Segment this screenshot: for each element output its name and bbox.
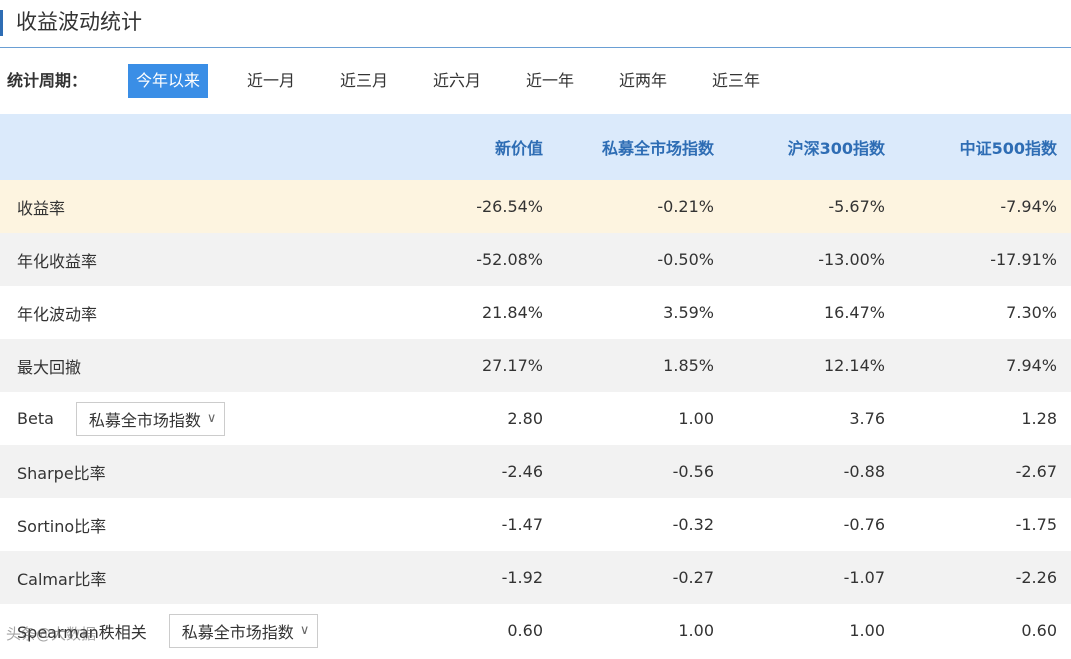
cell-value: 3.59% — [557, 286, 728, 339]
beta-benchmark-select[interactable]: 私募全市场指数 ∨ — [75, 401, 226, 436]
cell-value: -17.91% — [899, 233, 1071, 286]
period-option-ytd[interactable]: 今年以来 — [128, 64, 209, 98]
cell-value: -0.56 — [557, 445, 728, 498]
table-row: Spearman秩相关 私募全市场指数 ∨ 0.60 1.00 1.00 0.6… — [0, 604, 1071, 657]
table-row: Sortino比率 -1.47 -0.32 -0.76 -1.75 — [0, 498, 1071, 551]
row-label-with-select: Spearman秩相关 私募全市场指数 ∨ — [0, 604, 386, 657]
cell-value: 21.84% — [386, 286, 557, 339]
row-label: Sharpe比率 — [0, 445, 386, 498]
period-option-3y[interactable]: 近三年 — [704, 64, 768, 98]
chevron-down-icon: ∨ — [299, 623, 310, 638]
period-option-6m[interactable]: 近六月 — [425, 64, 489, 98]
spearman-benchmark-select[interactable]: 私募全市场指数 ∨ — [168, 613, 319, 648]
header-private-index: 私募全市场指数 — [557, 114, 728, 180]
section-header: 收益波动统计 — [0, 0, 1071, 48]
cell-value: -0.27 — [557, 551, 728, 604]
cell-value: -2.46 — [386, 445, 557, 498]
cell-value: -2.26 — [899, 551, 1071, 604]
header-csi500: 中证500指数 — [899, 114, 1071, 180]
cell-value: -7.94% — [899, 180, 1071, 233]
period-option-1y[interactable]: 近一年 — [518, 64, 582, 98]
period-label: 统计周期： — [7, 71, 88, 90]
row-label-with-select: Beta 私募全市场指数 ∨ — [0, 392, 386, 445]
cell-value: 0.60 — [899, 604, 1071, 657]
row-label: Beta — [17, 409, 54, 428]
cell-value: -13.00% — [728, 233, 899, 286]
row-label: Spearman秩相关 — [17, 622, 147, 642]
cell-value: 0.60 — [386, 604, 557, 657]
cell-value: 16.47% — [728, 286, 899, 339]
table-row: 收益率 -26.54% -0.21% -5.67% -7.94% — [0, 180, 1071, 233]
cell-value: 2.80 — [386, 392, 557, 445]
cell-value: 27.17% — [386, 339, 557, 392]
cell-value: 3.76 — [728, 392, 899, 445]
cell-value: 1.00 — [557, 604, 728, 657]
period-selector: 统计周期： 今年以来 近一月 近三月 近六月 近一年 近两年 近三年 — [0, 64, 1071, 98]
period-option-2y[interactable]: 近两年 — [611, 64, 675, 98]
cell-value: -26.54% — [386, 180, 557, 233]
table-row: Calmar比率 -1.92 -0.27 -1.07 -2.26 — [0, 551, 1071, 604]
cell-value: -1.47 — [386, 498, 557, 551]
cell-value: 1.00 — [728, 604, 899, 657]
header-fund: 新价值 — [386, 114, 557, 180]
cell-value: -1.07 — [728, 551, 899, 604]
cell-value: -0.76 — [728, 498, 899, 551]
row-label: 最大回撤 — [0, 339, 386, 392]
cell-value: -2.67 — [899, 445, 1071, 498]
table-header-row: 新价值 私募全市场指数 沪深300指数 中证500指数 — [0, 114, 1071, 180]
cell-value: -0.50% — [557, 233, 728, 286]
period-option-3m[interactable]: 近三月 — [332, 64, 396, 98]
cell-value: 1.28 — [899, 392, 1071, 445]
page-title: 收益波动统计 — [16, 10, 142, 34]
header-csi300: 沪深300指数 — [728, 114, 899, 180]
row-label: Sortino比率 — [0, 498, 386, 551]
cell-value: -52.08% — [386, 233, 557, 286]
header-metric — [0, 114, 386, 180]
cell-value: 7.30% — [899, 286, 1071, 339]
title-accent-bar — [0, 10, 3, 36]
cell-value: -0.88 — [728, 445, 899, 498]
table-row: Sharpe比率 -2.46 -0.56 -0.88 -2.67 — [0, 445, 1071, 498]
cell-value: 1.00 — [557, 392, 728, 445]
statistics-table: 新价值 私募全市场指数 沪深300指数 中证500指数 收益率 -26.54% … — [0, 114, 1071, 657]
row-label: 年化波动率 — [0, 286, 386, 339]
cell-value: -0.21% — [557, 180, 728, 233]
chevron-down-icon: ∨ — [206, 411, 217, 426]
cell-value: -1.92 — [386, 551, 557, 604]
table-row: 年化波动率 21.84% 3.59% 16.47% 7.30% — [0, 286, 1071, 339]
row-label: 年化收益率 — [0, 233, 386, 286]
cell-value: 12.14% — [728, 339, 899, 392]
table-row: Beta 私募全市场指数 ∨ 2.80 1.00 3.76 1.28 — [0, 392, 1071, 445]
select-value: 私募全市场指数 — [88, 410, 201, 430]
table-row: 最大回撤 27.17% 1.85% 12.14% 7.94% — [0, 339, 1071, 392]
cell-value: 7.94% — [899, 339, 1071, 392]
select-value: 私募全市场指数 — [181, 622, 294, 642]
row-label: 收益率 — [0, 180, 386, 233]
cell-value: -5.67% — [728, 180, 899, 233]
cell-value: -0.32 — [557, 498, 728, 551]
period-option-1m[interactable]: 近一月 — [239, 64, 303, 98]
table-row: 年化收益率 -52.08% -0.50% -13.00% -17.91% — [0, 233, 1071, 286]
row-label: Calmar比率 — [0, 551, 386, 604]
cell-value: 1.85% — [557, 339, 728, 392]
cell-value: -1.75 — [899, 498, 1071, 551]
